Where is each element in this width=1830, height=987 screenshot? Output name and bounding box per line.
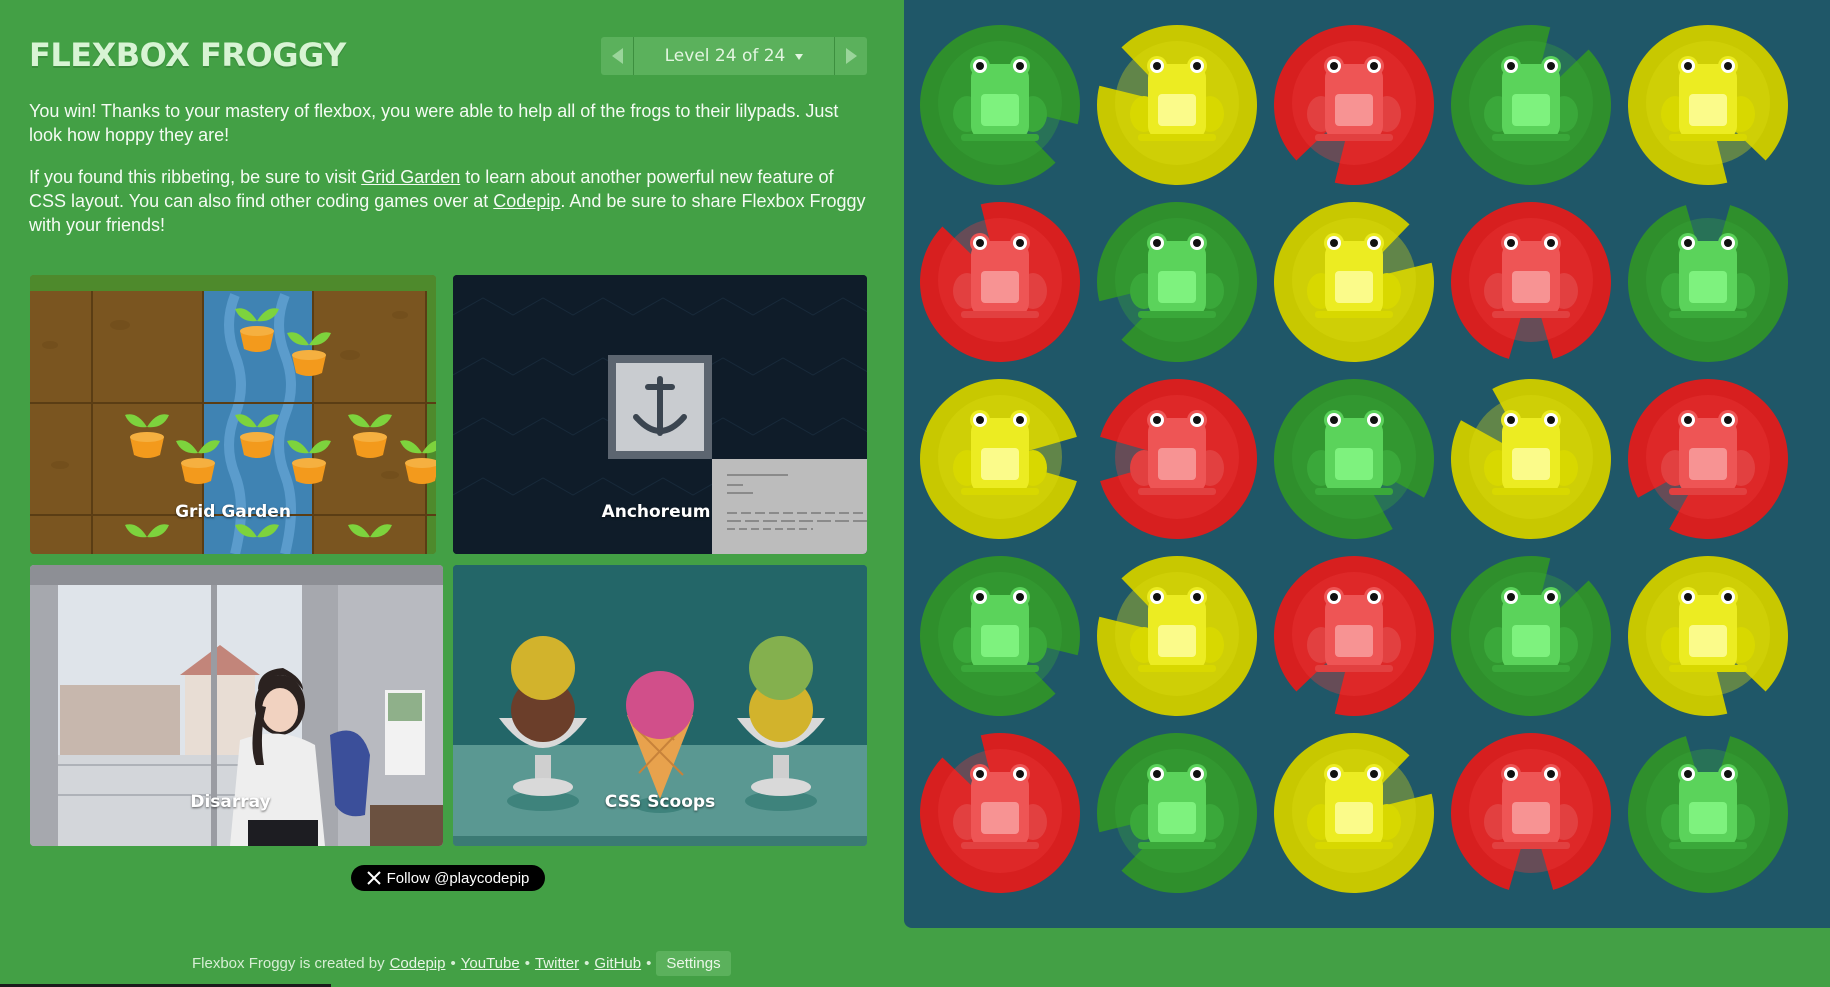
lilypad-yellow	[911, 370, 1089, 548]
lilypad-red	[911, 724, 1089, 902]
css-scoops-card[interactable]: CSS Scoops	[453, 565, 867, 846]
lilypad-yellow	[1442, 370, 1620, 548]
lilypad-yellow	[1265, 193, 1443, 371]
grid-garden-card[interactable]: Grid Garden	[30, 275, 436, 554]
disarray-card[interactable]: Disarray	[30, 565, 443, 846]
grid-garden-link[interactable]: Grid Garden	[361, 167, 460, 187]
lilypad-red	[911, 193, 1089, 371]
lilypad-red	[1442, 193, 1620, 371]
next-level-button[interactable]	[834, 37, 867, 75]
arrow-right-icon	[845, 48, 857, 64]
share-text-start: If you found this ribbeting, be sure to …	[29, 167, 362, 187]
footer-separator: •	[584, 954, 590, 972]
footer-separator: •	[524, 954, 530, 972]
follow-button-label: Follow @playcodepip	[386, 869, 530, 887]
codepip-link[interactable]: Codepip	[493, 191, 560, 211]
lilypad-green	[1619, 724, 1797, 902]
previous-level-button[interactable]	[601, 37, 634, 75]
css-scoops-label: CSS Scoops	[604, 792, 716, 812]
footer: Flexbox Froggy is created by Codepip • Y…	[192, 950, 731, 976]
win-message: You win! Thanks to your mastery of flexb…	[29, 101, 839, 145]
lilypad-green	[1619, 193, 1797, 371]
lilypad-red	[1265, 547, 1443, 725]
footer-link-twitter[interactable]: Twitter	[535, 955, 579, 972]
level-navigation: Level 24 of 24	[601, 37, 867, 75]
settings-button[interactable]: Settings	[656, 950, 731, 976]
arrow-left-icon	[611, 48, 623, 64]
lilypad-yellow	[1619, 16, 1797, 194]
lilypad-green	[1088, 193, 1266, 371]
footer-link-codepip[interactable]: Codepip	[390, 955, 446, 972]
anchoreum-label: Anchoreum	[601, 502, 711, 522]
lilypad-green	[911, 16, 1089, 194]
lilypad-red	[1442, 724, 1620, 902]
lilypad-yellow	[1088, 547, 1266, 725]
footer-credit: Flexbox Froggy is created by	[192, 954, 385, 972]
footer-separator: •	[450, 954, 456, 972]
anchoreum-card[interactable]: Anchoreum	[453, 275, 867, 554]
lilypad-green	[1442, 16, 1620, 194]
footer-link-github[interactable]: GitHub	[594, 955, 641, 972]
sidebar: FLEXBOX FROGGY Level 24 of 24 You win! T…	[0, 0, 904, 987]
footer-separator: •	[646, 954, 652, 972]
lilypad-green	[911, 547, 1089, 725]
lilypad-green	[1088, 724, 1266, 902]
follow-button[interactable]: Follow @playcodepip	[351, 865, 545, 891]
lilypad-red	[1088, 370, 1266, 548]
share-message: If you found this ribbeting, be sure to …	[29, 165, 869, 237]
lilypad-yellow	[1619, 547, 1797, 725]
page-title: FLEXBOX FROGGY	[29, 36, 346, 74]
lilypad-red	[1619, 370, 1797, 548]
lilypad-red	[1265, 16, 1443, 194]
lilypad-yellow	[1088, 16, 1266, 194]
caret-down-icon	[795, 54, 804, 60]
level-label: Level 24 of 24	[664, 46, 786, 66]
lilypad-yellow	[1265, 724, 1443, 902]
level-selector[interactable]: Level 24 of 24	[634, 37, 834, 75]
pond-board	[904, 0, 1830, 928]
lilypad-green	[1265, 370, 1443, 548]
disarray-label: Disarray	[190, 792, 271, 812]
x-logo-icon	[366, 871, 381, 885]
grid-garden-label: Grid Garden	[175, 502, 291, 522]
footer-link-youtube[interactable]: YouTube	[461, 955, 520, 972]
lilypad-green	[1442, 547, 1620, 725]
